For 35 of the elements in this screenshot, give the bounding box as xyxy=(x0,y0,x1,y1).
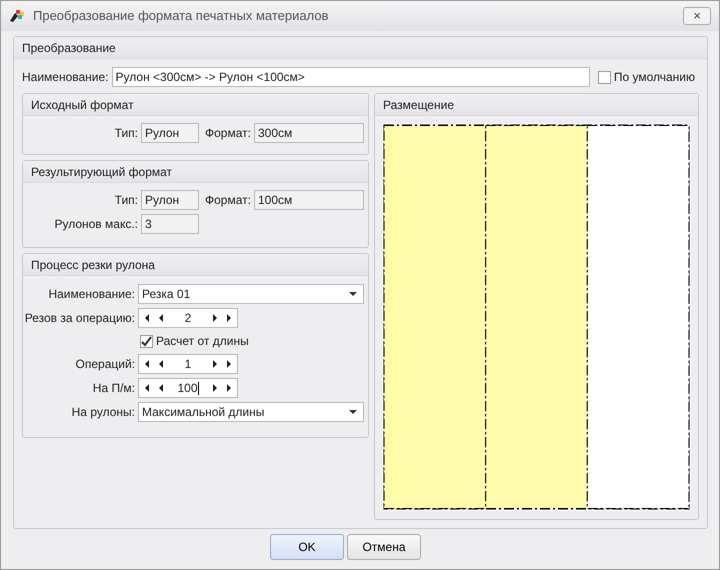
field-label: Тип: xyxy=(114,125,138,142)
section-title: Исходный формат xyxy=(31,98,134,112)
app-icon xyxy=(9,9,25,23)
field-label: Резов за операцию: xyxy=(24,310,135,327)
dialog-button[interactable]: OK xyxy=(270,534,344,560)
field-label: Наименование: xyxy=(22,69,109,86)
section-title: Процесс резки рулона xyxy=(31,258,155,272)
window-title: Преобразование формата печатных материалов xyxy=(33,7,328,26)
check-icon xyxy=(141,336,152,346)
field-label: Тип: xyxy=(114,192,138,209)
spin-field[interactable]: 2 xyxy=(138,308,238,328)
field-label: Операций: xyxy=(74,356,135,373)
field-label: На рулоны: xyxy=(70,404,135,421)
field-label: На П/м: xyxy=(92,380,135,397)
group-title: Преобразование xyxy=(22,41,116,55)
close-button[interactable]: × xyxy=(683,7,711,25)
dropdown[interactable]: Резка 01 xyxy=(138,284,364,304)
max-rolls-field[interactable]: 3 xyxy=(141,214,199,234)
field-label: Формат: xyxy=(205,192,251,209)
dropdown[interactable]: Максимальной длины xyxy=(138,402,364,422)
default-checkbox[interactable]: По умолчанию xyxy=(598,68,695,86)
section-title: Результирующий формат xyxy=(31,165,172,179)
field-label: Рулонов макс.: xyxy=(53,216,138,233)
format-field[interactable]: 300см xyxy=(254,123,364,143)
format-field[interactable]: 100см xyxy=(254,190,364,210)
name-field[interactable]: Рулон <300см> -> Рулон <100см> xyxy=(112,67,590,87)
type-field[interactable]: Рулон xyxy=(141,190,199,210)
field-label: Формат: xyxy=(205,125,251,142)
section-title: Размещение xyxy=(383,98,454,112)
type-field[interactable]: Рулон xyxy=(141,123,199,143)
spin-field[interactable]: 100 xyxy=(138,378,238,398)
checkbox[interactable]: Расчет от длины xyxy=(140,332,249,350)
spin-field[interactable]: 1 xyxy=(138,354,238,374)
field-label: Наименование: xyxy=(47,286,135,303)
dialog-button[interactable]: Отмена xyxy=(347,534,421,560)
